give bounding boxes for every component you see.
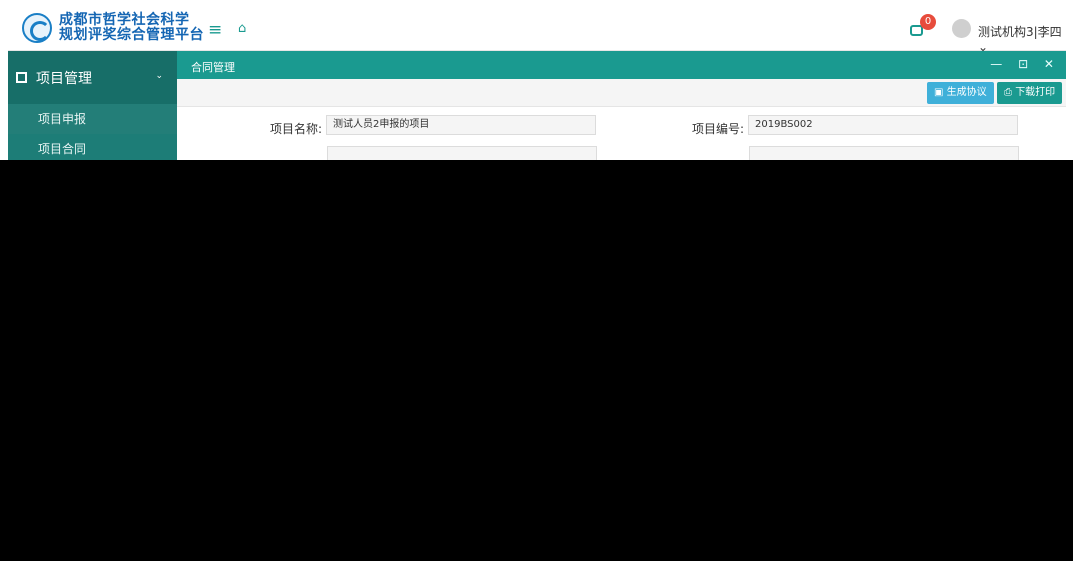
chevron-down-icon: ⌄ (155, 71, 163, 81)
redacted-region (0, 160, 1073, 561)
download-print-button[interactable]: ⎙ 下载打印 (997, 82, 1063, 104)
message-count-badge: 0 (920, 14, 936, 30)
generate-agreement-button[interactable]: ▣ 生成协议 (927, 82, 994, 104)
panel-title: 合同管理 (191, 61, 235, 74)
printer-icon: ⎙ (1004, 87, 1016, 98)
panel-header: 合同管理 — ⊡ ✕ (177, 51, 1066, 79)
document-icon: ▣ (934, 87, 947, 98)
menu-icon[interactable]: ≡ (208, 20, 222, 40)
user-avatar[interactable] (952, 19, 971, 38)
sidebar-item-project-application[interactable]: 项目申报 (8, 104, 177, 134)
sidebar-section-project-management[interactable]: 项目管理 ⌄ (8, 51, 177, 104)
top-header: 成都市哲学社会科学 规划评奖综合管理平台 ≡ ⌂ 0 测试机构3|李四 ⌄ (8, 8, 1066, 54)
logo-title-line2: 规划评奖综合管理平台 (59, 27, 204, 43)
project-name-input[interactable]: 测试人员2申报的项目 (326, 115, 596, 135)
home-icon[interactable]: ⌂ (238, 21, 246, 36)
list-icon (16, 72, 27, 83)
project-no-input[interactable]: 2019BS002 (748, 115, 1018, 135)
window-controls[interactable]: — ⊡ ✕ (990, 57, 1060, 71)
platform-logo[interactable]: 成都市哲学社会科学 规划评奖综合管理平台 (22, 13, 204, 43)
sidebar-section-label: 项目管理 (36, 70, 92, 87)
partially-hidden-form-row (177, 144, 1066, 160)
logo-title-line1: 成都市哲学社会科学 (59, 12, 190, 28)
project-name-label: 项目名称: (270, 122, 323, 136)
partially-hidden-select[interactable] (749, 146, 1019, 160)
toolbar: ▣ 生成协议 ⎙ 下载打印 (177, 79, 1066, 107)
user-menu[interactable]: 测试机构3|李四 ⌄ (978, 23, 1066, 54)
project-no-label: 项目编号: (692, 122, 745, 136)
logo-emblem-icon (22, 13, 52, 43)
partially-hidden-select[interactable] (327, 146, 597, 160)
